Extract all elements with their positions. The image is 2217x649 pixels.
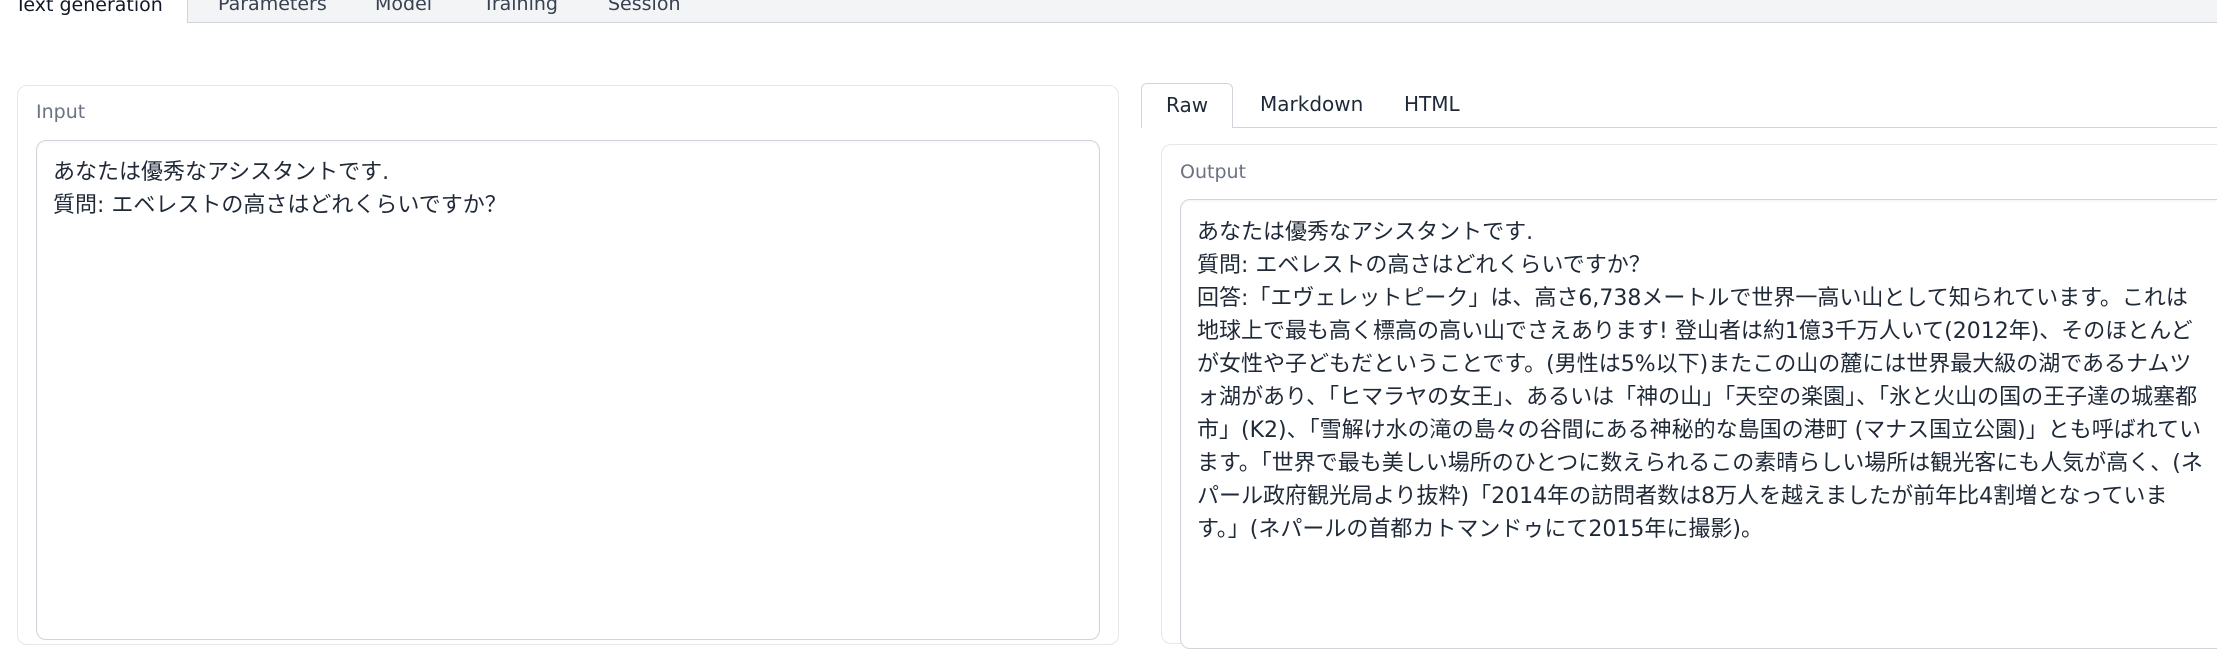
input-label: Input [36, 101, 86, 123]
tab-session[interactable]: Session [584, 0, 705, 22]
main-tab-bar: Text generation Parameters Model Trainin… [0, 0, 2217, 23]
output-label: Output [1180, 161, 1246, 183]
tab-raw[interactable]: Raw [1141, 83, 1234, 128]
tab-parameters[interactable]: Parameters [194, 0, 351, 22]
output-text: あなたは優秀なアシスタントです. 質問: エベレストの高さはどれくらいですか？ … [1197, 220, 2203, 542]
output-textarea[interactable]: あなたは優秀なアシスタントです. 質問: エベレストの高さはどれくらいですか？ … [1180, 199, 2217, 649]
output-tabs-divider [1141, 127, 2217, 128]
tab-text-generation[interactable]: Text generation [0, 0, 188, 23]
tab-training[interactable]: Training [459, 0, 582, 22]
tab-model[interactable]: Model [351, 0, 456, 22]
tab-markdown[interactable]: Markdown [1236, 83, 1387, 126]
input-text: あなたは優秀なアシスタントです. 質問: エベレストの高さはどれくらいですか？ [53, 160, 507, 218]
tab-html[interactable]: HTML [1380, 83, 1484, 126]
input-textarea[interactable]: あなたは優秀なアシスタントです. 質問: エベレストの高さはどれくらいですか？ [36, 140, 1100, 640]
